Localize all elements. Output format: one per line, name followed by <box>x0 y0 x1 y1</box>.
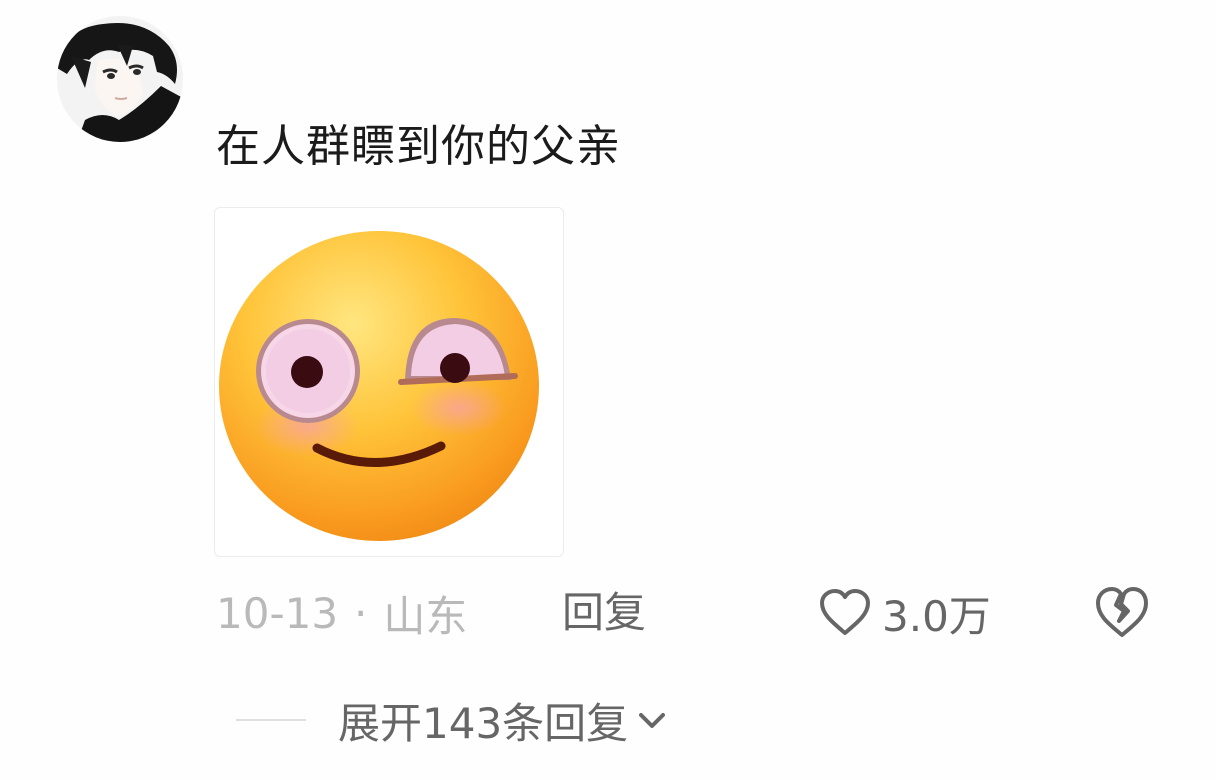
expand-replies-label: 展开143条回复 <box>338 698 629 748</box>
like-button[interactable]: 3.0万 <box>818 580 991 646</box>
reply-button[interactable]: 回复 <box>562 580 646 646</box>
comment-location: 山东 <box>383 591 468 641</box>
expand-divider <box>236 719 306 721</box>
comment-text: 在人群瞟到你的父亲 <box>216 121 621 172</box>
dislike-button[interactable] <box>1092 583 1152 643</box>
avatar[interactable] <box>57 16 183 142</box>
chevron-down-icon <box>636 708 668 732</box>
expand-replies-button[interactable]: 展开143条回复 <box>236 688 668 752</box>
anime-avatar-icon <box>57 16 183 142</box>
comment-sticker[interactable] <box>214 207 564 557</box>
broken-heart-icon <box>1096 587 1148 637</box>
flushed-smirk-emoji-icon <box>219 231 539 541</box>
comment-date: 10-13 <box>216 588 339 638</box>
comment-meta: 10-13 · 山东 <box>216 580 467 646</box>
heart-outline-icon <box>820 589 870 635</box>
meta-separator: · <box>354 588 368 638</box>
like-count: 3.0万 <box>882 591 991 641</box>
